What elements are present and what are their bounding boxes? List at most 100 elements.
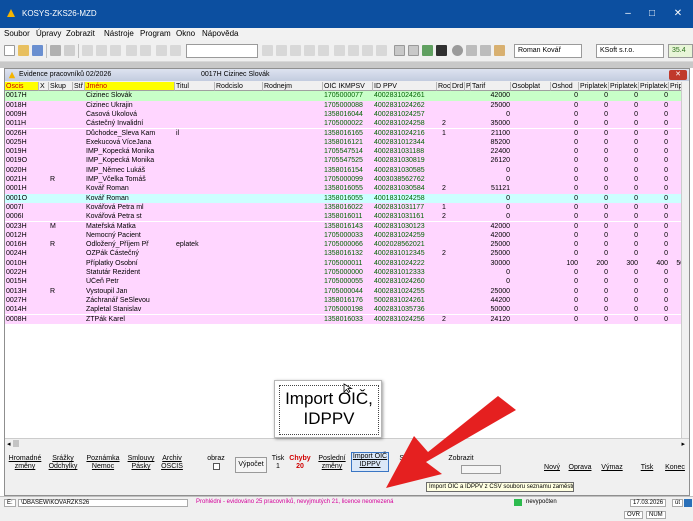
tool3-icon[interactable] (362, 45, 373, 56)
table-row[interactable]: 0006I Kovářová Petra st 1358016011 40028310… (5, 212, 689, 222)
srazky-button[interactable]: Srážky Odchylky (45, 455, 81, 471)
table-row[interactable]: 0011H Částečný Invalidní 1705000022 4002831… (5, 119, 689, 129)
col-rodcislo[interactable]: Rodcislo (215, 82, 263, 92)
minimize-button[interactable]: – (618, 6, 638, 22)
table-row[interactable]: 0009H Časová Úkolová 1358016044 40028310242… (5, 109, 689, 120)
table-row[interactable]: 0001H Kovář Roman 1358016055 4002831030584 2… (5, 184, 689, 194)
excel-icon[interactable] (422, 45, 433, 56)
vypocet-button[interactable]: Výpočet (235, 457, 267, 473)
paste-icon[interactable] (110, 45, 121, 56)
filter-icon[interactable] (290, 45, 301, 56)
col-oic[interactable]: OIČ IKMPSV (323, 82, 373, 92)
sheet-icon[interactable] (436, 45, 447, 56)
company-field[interactable]: KSoft s.r.o. (596, 44, 664, 58)
poznamka-button[interactable]: Poznámka Nemoc (85, 455, 121, 471)
undo-icon[interactable] (126, 45, 137, 56)
oprava-button[interactable]: Oprava (567, 464, 593, 472)
scroll-thumb[interactable] (13, 440, 19, 447)
copy-icon[interactable] (96, 45, 107, 56)
table-row[interactable]: 0015H ÚČeň Petr 1705000055 4002831024260 0 0 0… (5, 277, 689, 287)
menu-zobrazit[interactable]: Zobrazit (66, 29, 95, 38)
col-idppv[interactable]: ID PPV (373, 82, 437, 92)
table-row[interactable]: 0010H Příplatky Osobní 1705000011 400283102… (5, 258, 689, 268)
smlouvy-button[interactable]: Smlouvy Pásky (123, 455, 159, 471)
menu-soubor[interactable]: Soubor (4, 29, 30, 38)
table-row[interactable]: 0018H Cizinec Ukrajin 1705000088 4002831024… (5, 100, 689, 110)
chyby-button[interactable]: Chyby 20 (289, 455, 311, 471)
col-str[interactable]: Stř (73, 82, 85, 92)
col-oshod[interactable]: Oshod (551, 82, 579, 92)
vertical-scrollbar[interactable] (681, 82, 689, 438)
save-icon[interactable] (32, 45, 43, 56)
print-preview-icon[interactable] (64, 45, 75, 56)
col-titul[interactable]: Titul (175, 82, 215, 92)
table-row[interactable]: 0027H Záchranář SeSlevou 1358016176 5002831… (5, 295, 689, 306)
table-row[interactable]: 0013H R Vystoupil Jan 1705000044 40028310242… (5, 286, 689, 296)
grid-icon[interactable] (262, 45, 273, 56)
circle-icon[interactable] (452, 45, 463, 56)
exclaim-icon[interactable] (156, 45, 167, 56)
maximize-button[interactable]: □ (642, 6, 662, 22)
vymaz-button[interactable]: Výmaz (599, 464, 625, 472)
view2-icon[interactable] (408, 45, 419, 56)
col-priplatek2[interactable]: Priplatek2 (639, 82, 669, 92)
col-tarif[interactable]: Tarif (471, 82, 511, 92)
table-row[interactable]: 0007I Kovářová Petra ml 1358016022 40028310… (5, 202, 689, 213)
table-row[interactable]: 0017H Cizinec Slovák 1705000077 40028310242… (5, 91, 689, 101)
table-row[interactable]: 0023H M Mateřská Matka 1358016143 4002831030… (5, 221, 689, 231)
cut-icon[interactable] (82, 45, 93, 56)
menu-okno[interactable]: Okno (176, 29, 195, 38)
table-row[interactable]: 0016H R Odložený_Příjem Př eplatek 170500006… (5, 240, 689, 250)
obraz-check-icon[interactable] (212, 463, 220, 470)
scroll-left-icon[interactable]: ◂ (7, 440, 11, 448)
tisk-button[interactable]: Tisk (637, 464, 657, 472)
obraz-checkbox[interactable]: obraz (201, 455, 231, 473)
menu-napoveda[interactable]: Nápověda (202, 29, 238, 38)
col-priplatek1[interactable]: Priplatek1 (609, 82, 639, 92)
table-row[interactable]: 0022H Statutár Rezident 1705000000 40028310… (5, 268, 689, 278)
col-jmeno[interactable]: Jméno (85, 82, 175, 92)
table-row[interactable]: 0001O Kovář Roman 1358016055 4001831024258 0… (5, 193, 689, 203)
table-row[interactable]: 0025H Exekucová VíceJana 1358016121 4002831… (5, 137, 689, 148)
col-x[interactable]: X (39, 82, 49, 92)
table-row[interactable]: 0026H Důchodce_Sleva Kam il 1358016165 40028… (5, 128, 689, 138)
toolbar-combo[interactable] (186, 44, 258, 58)
menu-program[interactable]: Program (140, 29, 171, 38)
new-file-icon[interactable] (4, 45, 15, 56)
scroll-right-icon[interactable]: ▸ (681, 440, 685, 448)
table-row[interactable]: 0014H Zapletal Stanislav 1705000198 4002831… (5, 305, 689, 315)
tools-icon[interactable] (480, 45, 491, 56)
tool4-icon[interactable] (376, 45, 387, 56)
view1-icon[interactable] (394, 45, 405, 56)
table-row[interactable]: 0024H OZPák Částečný 1358016132 40028310123… (5, 249, 689, 259)
table-icon[interactable] (276, 45, 287, 56)
col-rodnejm[interactable]: Rodnejm (263, 82, 323, 92)
table-row[interactable]: 0020H IMP_Němec Lukáš 1358016154 4002831030… (5, 165, 689, 175)
hromadne-button[interactable]: Hromadné změny (7, 455, 43, 471)
tool1-icon[interactable] (334, 45, 345, 56)
menu-upravy[interactable]: Úpravy (36, 29, 61, 38)
col-oscis[interactable]: Oscis (5, 82, 39, 92)
col-osobplat[interactable]: Osobplat (511, 82, 551, 92)
col-skup[interactable]: Skup (49, 82, 73, 92)
gear-icon[interactable] (466, 45, 477, 56)
table-row[interactable]: 0008H ZTPák Karel 1358016033 4002831024256 2… (5, 314, 689, 324)
horizontal-scrollbar[interactable]: ◂ ▸ (5, 438, 689, 448)
cross-tools-icon[interactable] (494, 45, 505, 56)
novy-button[interactable]: Nový (543, 464, 561, 472)
col-priplatek[interactable]: Priplatek (579, 82, 609, 92)
open-folder-icon[interactable] (18, 45, 29, 56)
user-field[interactable]: Roman Kovář (514, 44, 582, 58)
edit-icon[interactable] (170, 45, 181, 56)
print-icon[interactable] (50, 45, 61, 56)
tool2-icon[interactable] (348, 45, 359, 56)
sort-icon[interactable] (304, 45, 315, 56)
redo-icon[interactable] (140, 45, 151, 56)
archiv-button[interactable]: Archiv OSCIS (157, 455, 187, 471)
table-row[interactable]: 0019H IMP_Kopecká Monika 1705547514 4002831… (5, 147, 689, 157)
menu-nastroje[interactable]: Nástroje (104, 29, 134, 38)
find-icon[interactable] (318, 45, 329, 56)
subwindow-close-button[interactable]: ✕ (669, 70, 687, 80)
posledni-zmeny-button[interactable]: Poslední změny (315, 455, 349, 471)
close-button[interactable]: ✕ (668, 6, 688, 22)
